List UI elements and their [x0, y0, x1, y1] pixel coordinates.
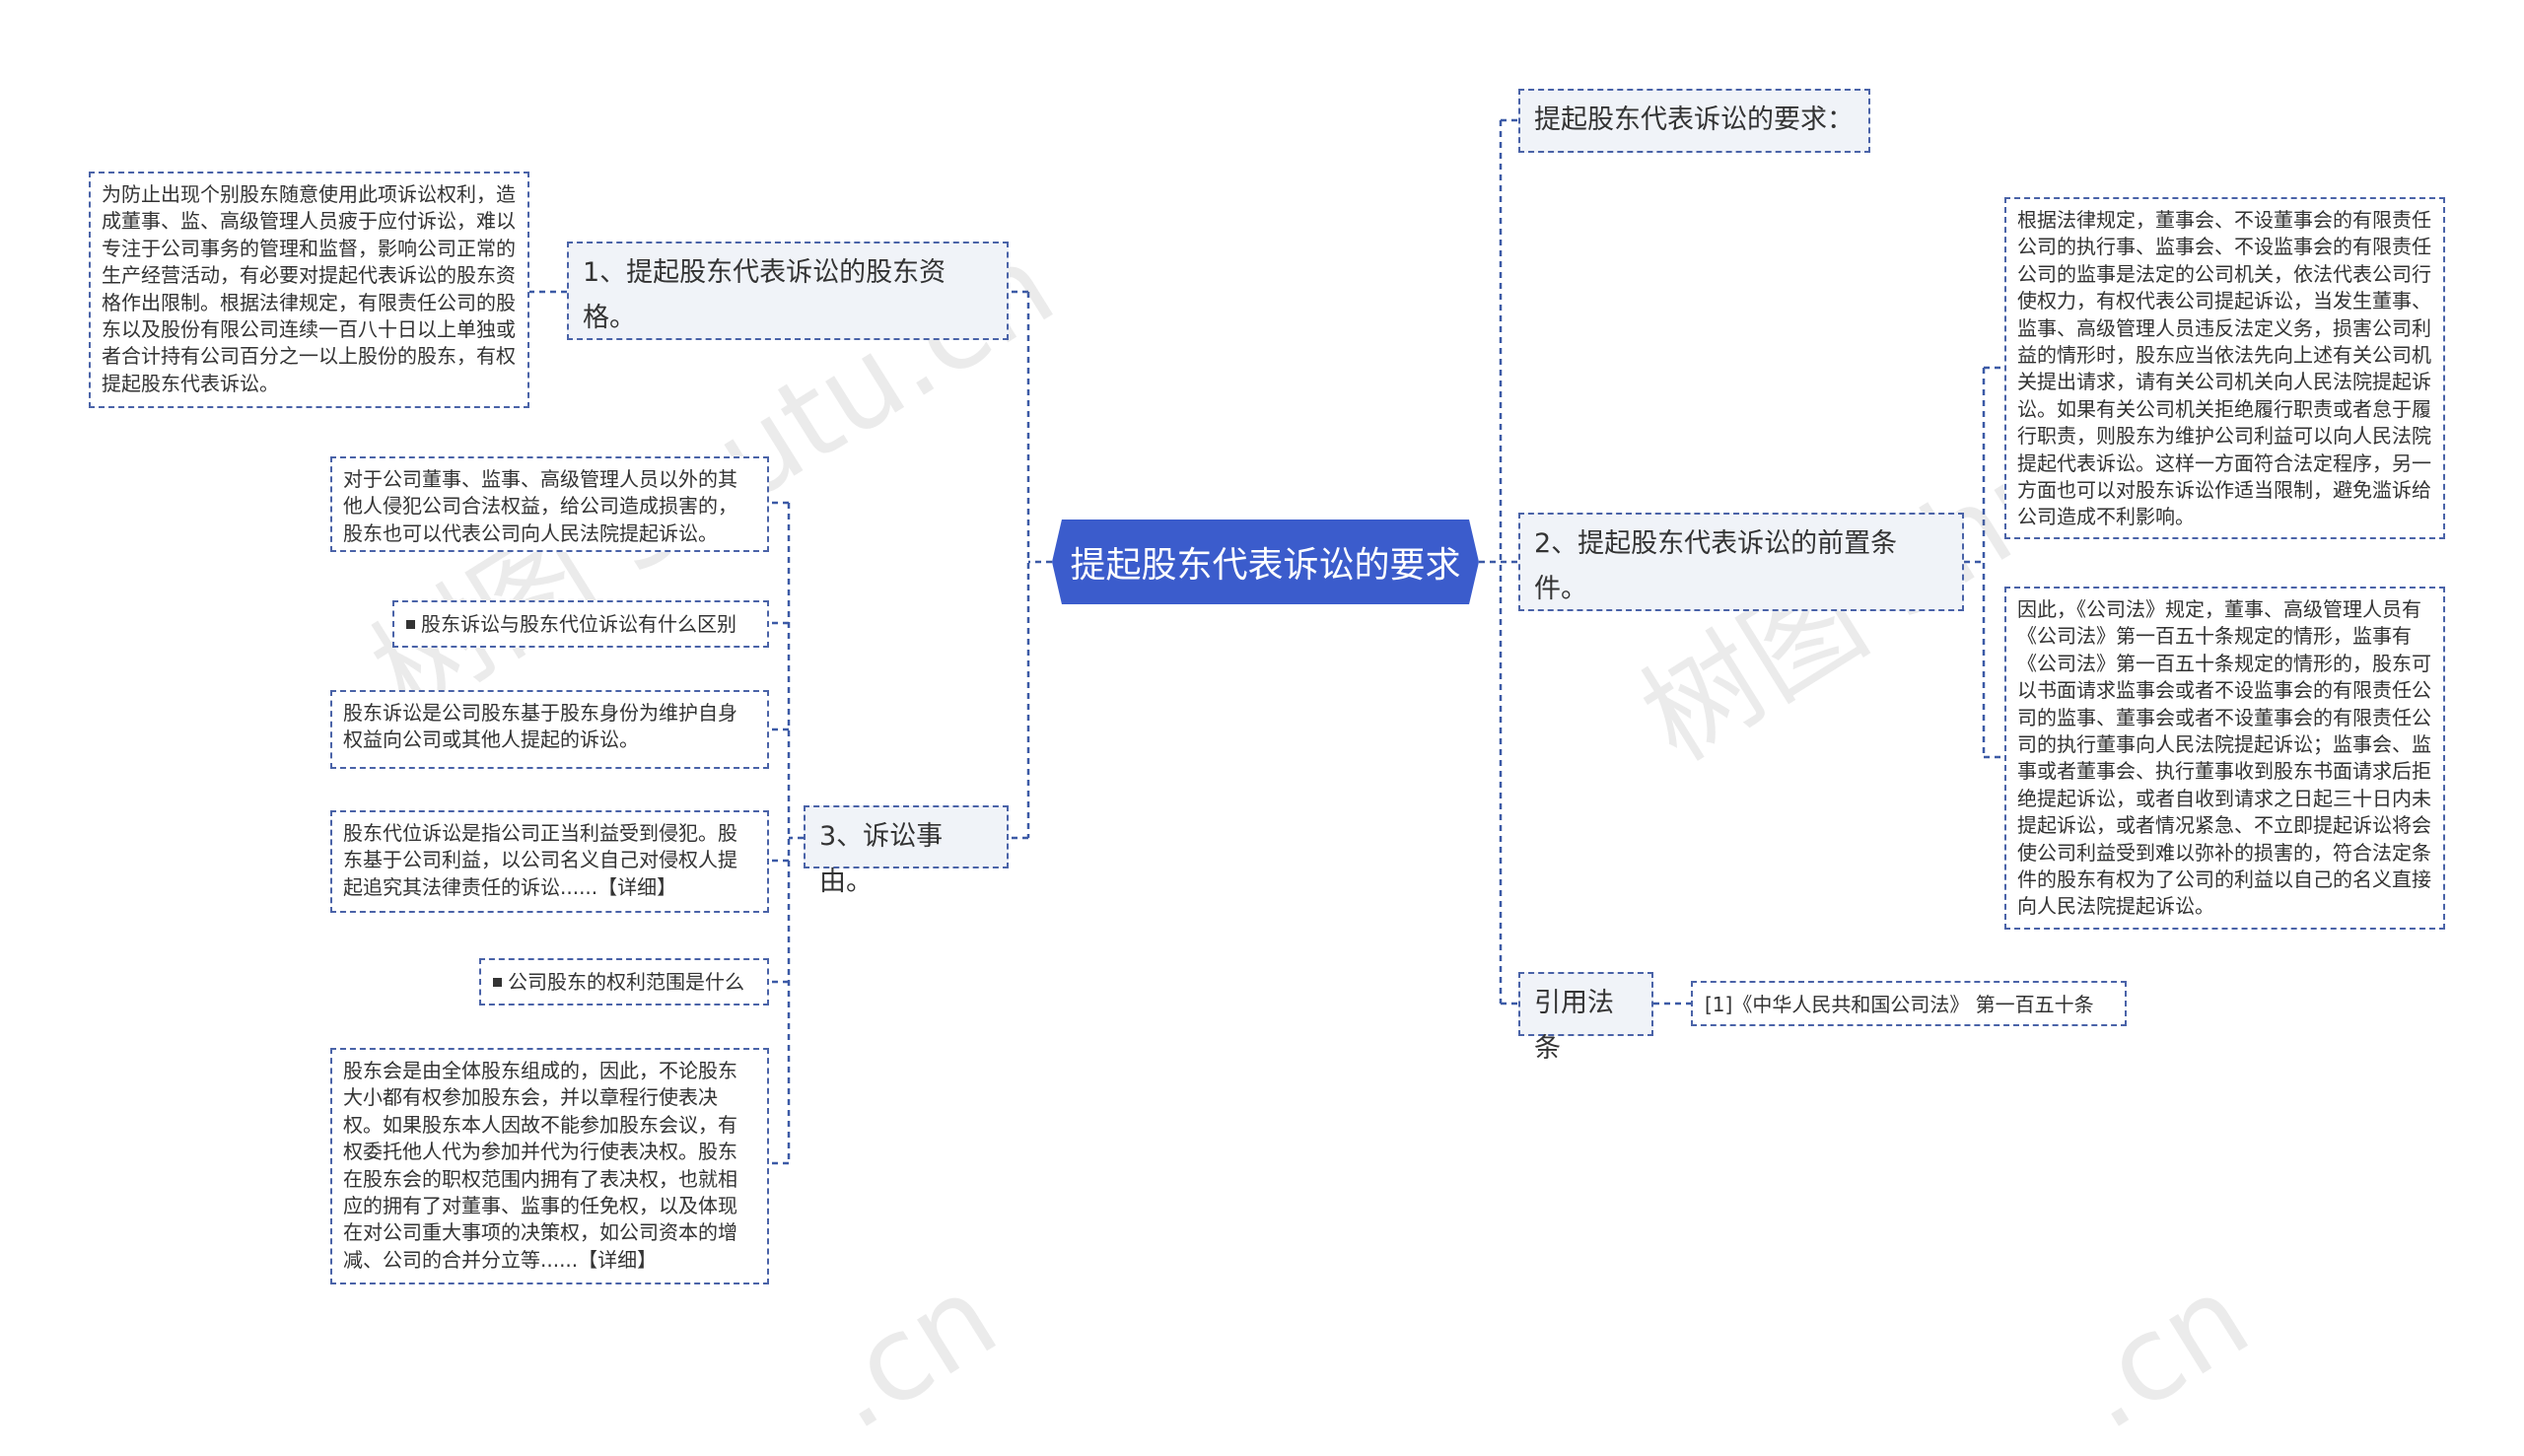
- cause-link-difference[interactable]: 股东诉讼与股东代位诉讼有什么区别: [392, 600, 769, 648]
- central-topic-label: 提起股东代表诉讼的要求: [1070, 545, 1461, 586]
- branch-precondition[interactable]: 2、提起股东代表诉讼的前置条件。: [1518, 513, 1964, 611]
- watermark: .cn: [2051, 1248, 2272, 1456]
- cause-intro[interactable]: 对于公司董事、监事、高级管理人员以外的其他人侵犯公司合法权益，给公司造成损害的，…: [330, 456, 769, 552]
- precondition-detail-1[interactable]: 根据法律规定，董事会、不设董事会的有限责任公司的执行事、监事会、不设监事会的有限…: [2004, 197, 2445, 539]
- precondition-detail-2[interactable]: 因此，《公司法》规定，董事、高级管理人员有《公司法》第一百五十条规定的情形，监事…: [2004, 587, 2445, 930]
- cause-definition-shareholders-meeting-text: 股东会是由全体股东组成的，因此，不论股东大小都有权参加股东会，并以章程行使表决权…: [343, 1059, 737, 1272]
- cause-link-difference-label: 股东诉讼与股东代位诉讼有什么区别: [421, 612, 736, 636]
- branch-qualification[interactable]: 1、提起股东代表诉讼的股东资格。: [567, 242, 1009, 340]
- branch-cause[interactable]: 3、诉讼事由。: [804, 805, 1009, 897]
- cause-definition-shareholders-meeting[interactable]: 股东会是由全体股东组成的，因此，不论股东大小都有权参加股东会，并以章程行使表决权…: [330, 1048, 769, 1284]
- branch-precondition-label: 2、提起股东代表诉讼的前置条件。: [1534, 528, 1898, 604]
- cause-intro-text: 对于公司董事、监事、高级管理人员以外的其他人侵犯公司合法权益，给公司造成损害的，…: [343, 467, 737, 545]
- qualification-detail-text: 为防止出现个别股东随意使用此项诉讼权利，造成董事、监、高级管理人员疲于应付诉讼，…: [102, 182, 516, 395]
- law-reference-text: [1]《中华人民共和国公司法》 第一百五十条: [1705, 993, 2094, 1016]
- law-reference[interactable]: [1]《中华人民共和国公司法》 第一百五十条: [1691, 981, 2127, 1026]
- mind-map-canvas: 树图 shutu.cn 树图 shutu .cn .cn 提起股东代表诉讼的要求…: [0, 0, 2524, 1456]
- watermark: .cn: [799, 1248, 1019, 1456]
- cause-definition-derivative-suit[interactable]: 股东代位诉讼是指公司正当利益受到侵犯。股东基于公司利益，以公司名义自己对侵权人提…: [330, 810, 769, 913]
- branch-law-citation-label: 引用法条: [1534, 988, 1614, 1064]
- central-topic[interactable]: 提起股东代表诉讼的要求: [1052, 520, 1479, 604]
- bullet-icon: [493, 977, 502, 987]
- cause-definition-shareholder-suit[interactable]: 股东诉讼是公司股东基于股东身份为维护自身权益向公司或其他人提起的诉讼。: [330, 690, 769, 769]
- cause-definition-derivative-suit-text: 股东代位诉讼是指公司正当利益受到侵犯。股东基于公司利益，以公司名义自己对侵权人提…: [343, 821, 737, 899]
- bullet-icon: [406, 619, 415, 629]
- branch-qualification-label: 1、提起股东代表诉讼的股东资格。: [583, 257, 946, 333]
- precondition-detail-1-text: 根据法律规定，董事会、不设董事会的有限责任公司的执行事、监事会、不设监事会的有限…: [2017, 208, 2431, 529]
- precondition-detail-2-text: 因此，《公司法》规定，董事、高级管理人员有《公司法》第一百五十条规定的情形，监事…: [2017, 597, 2431, 919]
- cause-link-rights-scope-label: 公司股东的权利范围是什么: [508, 970, 744, 994]
- qualification-detail[interactable]: 为防止出现个别股东随意使用此项诉讼权利，造成董事、监、高级管理人员疲于应付诉讼，…: [89, 172, 529, 408]
- branch-requirements-label: 提起股东代表诉讼的要求：: [1534, 104, 1854, 135]
- branch-law-citation[interactable]: 引用法条: [1518, 972, 1653, 1064]
- cause-link-rights-scope[interactable]: 公司股东的权利范围是什么: [479, 958, 769, 1005]
- branch-requirements[interactable]: 提起股东代表诉讼的要求：: [1518, 89, 1870, 153]
- cause-definition-shareholder-suit-text: 股东诉讼是公司股东基于股东身份为维护自身权益向公司或其他人提起的诉讼。: [343, 701, 737, 752]
- branch-cause-label: 3、诉讼事由。: [819, 821, 944, 897]
